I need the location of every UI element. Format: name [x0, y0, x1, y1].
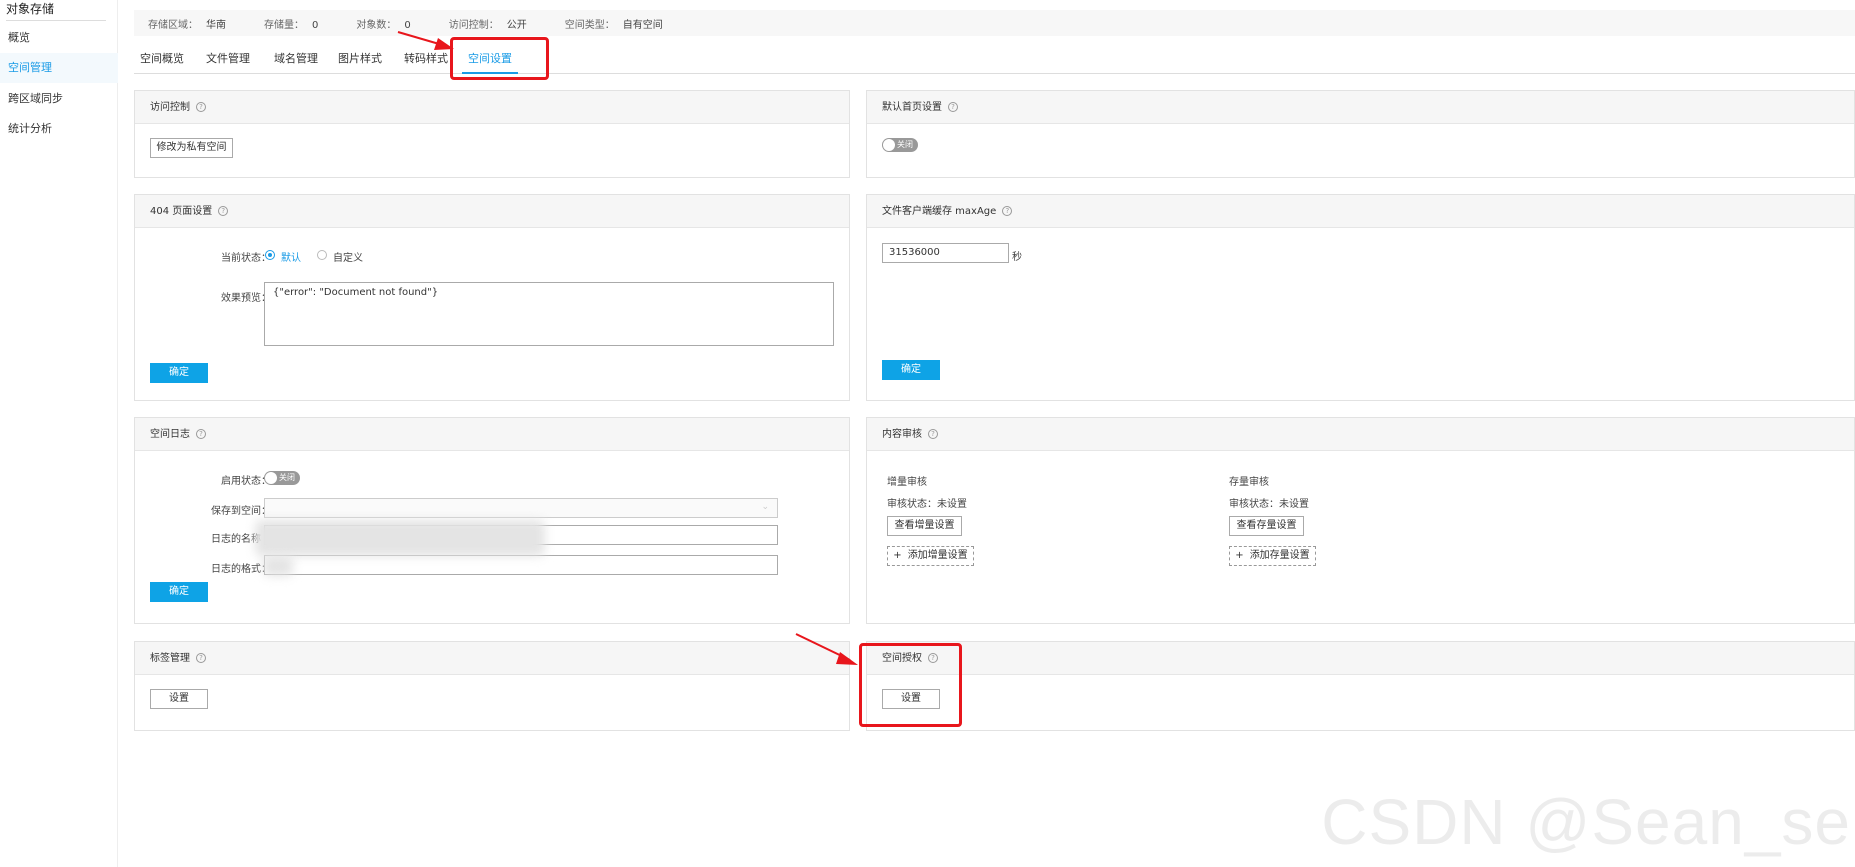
red-arrow-icon — [795, 633, 858, 665]
panel-header: 访问控制? — [135, 91, 849, 124]
panel-title: 内容审核 — [882, 429, 922, 440]
help-icon[interactable]: ? — [928, 429, 938, 439]
log-toggle[interactable]: 关闭 — [264, 471, 300, 485]
add-incremental-button[interactable]: + 添加增量设置 — [887, 546, 974, 566]
stock-audit-title: 存量审核 — [1229, 477, 1269, 488]
info-access-control: 访问控制： 公开 — [448, 19, 527, 31]
tag-management-panel: 标签管理? 设置 — [134, 641, 850, 731]
incremental-audit-status: 审核状态：未设置 — [887, 499, 967, 510]
view-incremental-button[interactable]: 查看增量设置 — [887, 516, 962, 536]
toggle-label: 关闭 — [279, 473, 295, 482]
page-404-panel: 404 页面设置? 当前状态： 默认 自定义 效果预览： {"error": "… — [134, 194, 850, 401]
highlight-box-authorization — [859, 643, 962, 727]
panel-title: 默认首页设置 — [882, 102, 942, 113]
red-arrow-icon — [397, 31, 454, 50]
default-homepage-panel: 默认首页设置? 关闭 — [866, 90, 1855, 178]
maxage-panel: 文件客户端缓存 maxAge? 31536000 秒 确定 — [866, 194, 1855, 401]
save-to-bucket-select[interactable]: ⌄ — [264, 498, 778, 518]
radio-custom-label[interactable]: 自定义 — [333, 249, 363, 264]
panel-header: 空间授权? — [867, 642, 1854, 675]
tab-file-management[interactable]: 文件管理 — [204, 44, 252, 74]
panel-header: 内容审核? — [867, 418, 1854, 451]
help-icon[interactable]: ? — [218, 206, 229, 216]
help-icon[interactable]: ? — [196, 429, 206, 439]
panel-header: 404 页面设置? — [135, 195, 849, 228]
view-stock-button[interactable]: 查看存量设置 — [1229, 516, 1304, 536]
info-region: 存储区域： 华南 — [148, 19, 226, 31]
panel-title: 文件客户端缓存 maxAge — [882, 206, 997, 217]
redacted-region — [263, 556, 293, 576]
panel-title: 标签管理 — [150, 653, 190, 664]
highlight-box-settings-tab — [450, 37, 549, 80]
info-bucket-type: 空间类型： 自有空间 — [564, 19, 663, 31]
tab-overview[interactable]: 空间概览 — [134, 44, 190, 74]
help-icon[interactable]: ? — [1002, 206, 1013, 216]
radio-default-label[interactable]: 默认 — [281, 249, 301, 264]
csdn-watermark: CSDN @Sean_se — [1321, 786, 1851, 858]
redacted-region — [255, 520, 545, 556]
log-format-label: 日志的格式： — [211, 564, 271, 575]
add-stock-label: 添加存量设置 — [1249, 550, 1310, 561]
maxage-input[interactable]: 31536000 — [882, 243, 1009, 263]
radio-default[interactable] — [265, 250, 275, 260]
plus-icon: + — [1235, 550, 1244, 561]
main-content: 存储区域： 华南 存储量： 0 对象数： 0 访问控制： 公开 空间类型： 自有空间 空间… — [134, 0, 1855, 867]
sidebar-item-statistics[interactable]: 统计分析 — [0, 114, 118, 144]
panel-title: 访问控制 — [150, 102, 190, 113]
bucket-info-bar: 存储区域： 华南 存储量： 0 对象数： 0 访问控制： 公开 空间类型： 自有空间 — [134, 10, 1855, 36]
sidebar-item-bucket-management[interactable]: 空间管理 — [0, 53, 118, 83]
add-stock-button[interactable]: + 添加存量设置 — [1229, 546, 1316, 566]
help-icon[interactable]: ? — [196, 653, 206, 663]
bucket-log-panel: 空间日志? 启用状态： 关闭 保存到空间： ⌄ 日志的名称 日志的格式： 确定 — [134, 417, 850, 624]
confirm-log-button[interactable]: 确定 — [150, 582, 208, 602]
homepage-toggle[interactable]: 关闭 — [882, 138, 918, 152]
radio-custom[interactable] — [317, 250, 327, 260]
tag-settings-button[interactable]: 设置 — [150, 689, 208, 709]
status-label: 当前状态： — [221, 253, 271, 264]
preview-textarea[interactable]: {"error": "Document not found"} — [264, 282, 834, 346]
sidebar-item-cross-region-sync[interactable]: 跨区域同步 — [0, 84, 118, 114]
panel-header: 文件客户端缓存 maxAge? — [867, 195, 1854, 228]
help-icon[interactable]: ? — [196, 102, 206, 112]
chevron-down-icon: ⌄ — [761, 502, 769, 512]
sidebar-divider — [6, 20, 106, 21]
sidebar-item-overview[interactable]: 概览 — [0, 23, 118, 53]
panel-title: 空间日志 — [150, 429, 190, 440]
bucket-authorization-panel: 空间授权? 设置 — [866, 641, 1855, 731]
tab-image-styles[interactable]: 图片样式 — [336, 44, 384, 74]
tab-domain-management[interactable]: 域名管理 — [272, 44, 320, 74]
toggle-knob — [883, 139, 895, 151]
add-incremental-label: 添加增量设置 — [907, 550, 968, 561]
sidebar: 对象存储 概览 空间管理 跨区域同步 统计分析 — [0, 0, 118, 867]
save-to-bucket-label: 保存到空间： — [211, 506, 271, 517]
plus-icon: + — [893, 550, 902, 561]
panel-title: 404 页面设置 — [150, 206, 213, 217]
confirm-404-button[interactable]: 确定 — [150, 363, 208, 383]
log-name-label: 日志的名称 — [211, 534, 261, 545]
panel-header: 标签管理? — [135, 642, 849, 675]
maxage-unit: 秒 — [1012, 252, 1022, 263]
confirm-maxage-button[interactable]: 确定 — [882, 360, 940, 380]
access-control-panel: 访问控制? 修改为私有空间 — [134, 90, 850, 178]
make-private-button[interactable]: 修改为私有空间 — [150, 138, 233, 158]
incremental-audit-title: 增量审核 — [887, 477, 927, 488]
tab-bar: 空间概览 文件管理 域名管理 图片样式 转码样式 空间设置 — [134, 44, 1855, 74]
panel-header: 默认首页设置? — [867, 91, 1854, 124]
stock-audit-status: 审核状态：未设置 — [1229, 499, 1309, 510]
panel-header: 空间日志? — [135, 418, 849, 451]
info-storage: 存储量： 0 — [264, 19, 319, 31]
log-format-input[interactable] — [264, 555, 778, 575]
toggle-label: 关闭 — [897, 140, 913, 149]
toggle-knob — [265, 472, 277, 484]
content-audit-panel: 内容审核? 增量审核 审核状态：未设置 查看增量设置 + 添加增量设置 存量审核 … — [866, 417, 1855, 624]
help-icon[interactable]: ? — [948, 102, 958, 112]
sidebar-title: 对象存储 — [6, 2, 55, 16]
